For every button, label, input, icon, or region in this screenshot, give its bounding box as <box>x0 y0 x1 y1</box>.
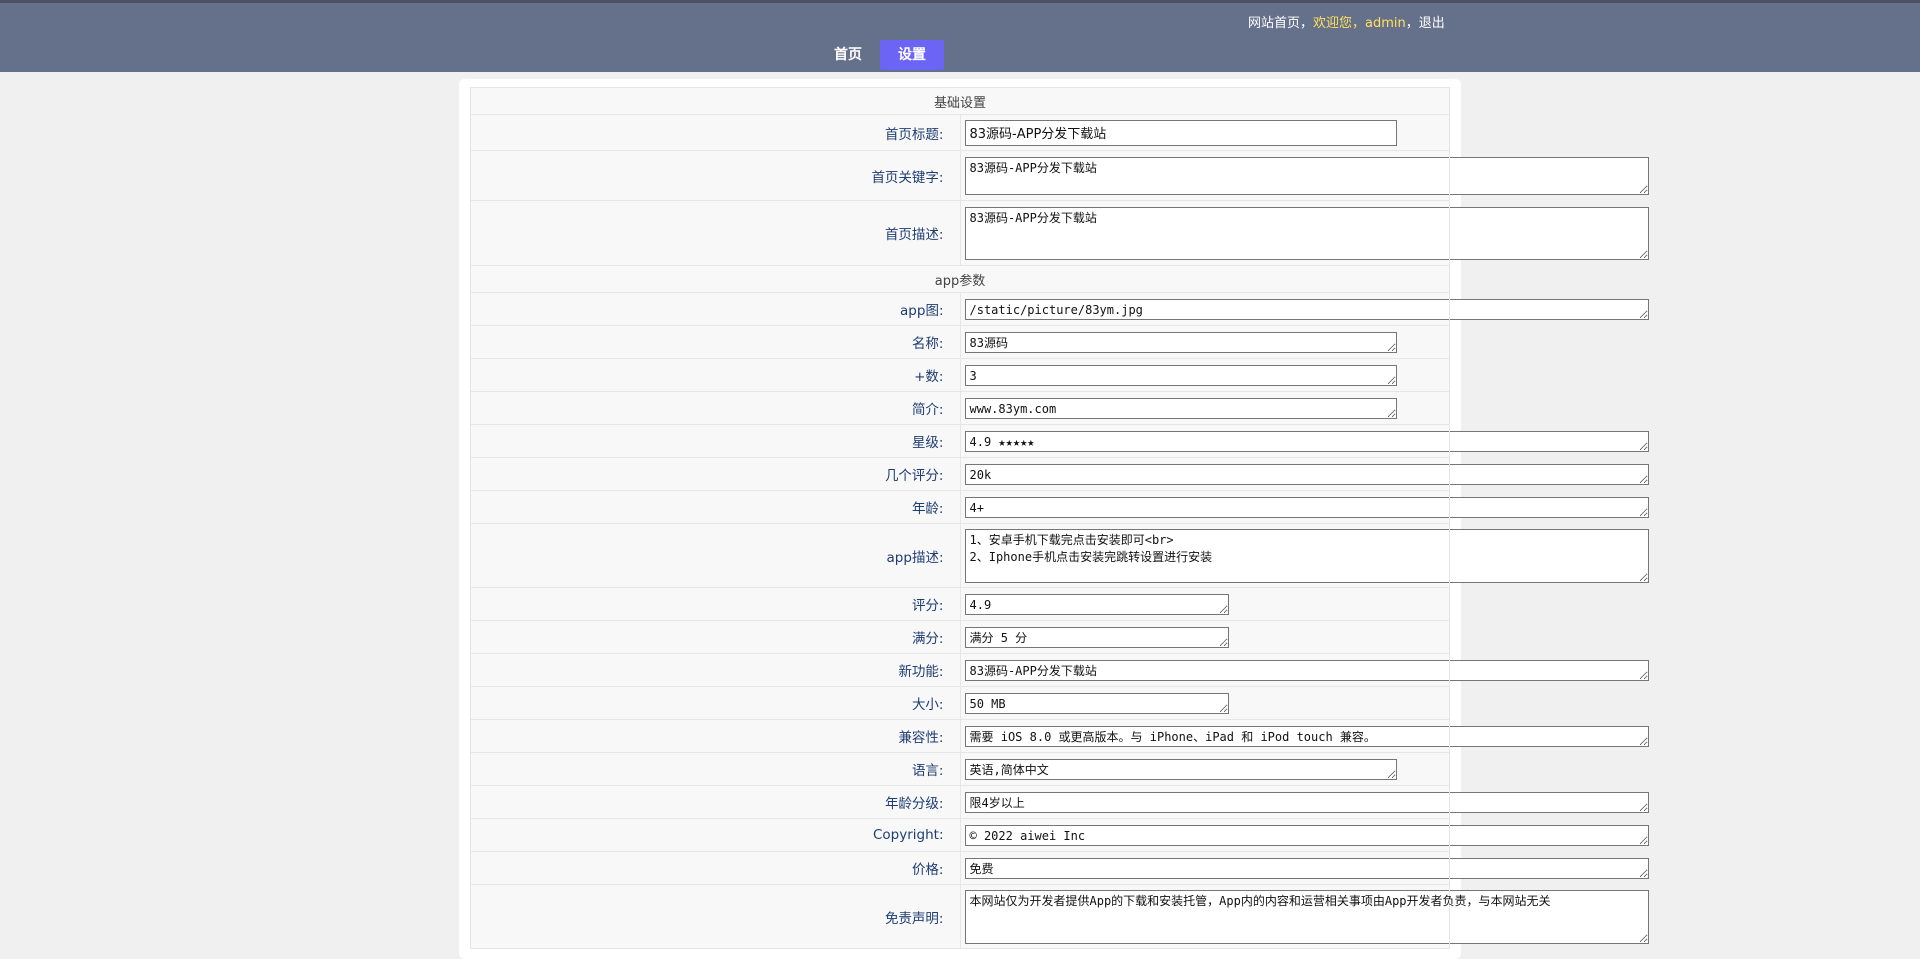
settings-panel: 基础设置 首页标题: 首页关键字: 83源码-APP分发下载站 首页描述: 83… <box>459 79 1649 959</box>
field-label: +数: <box>470 358 961 392</box>
field-label: 年龄: <box>470 490 961 524</box>
field-label: app图: <box>470 292 961 326</box>
home-title-input[interactable] <box>964 119 1397 146</box>
field-label: 评分: <box>470 587 961 621</box>
app-age-field[interactable]: 4+ <box>964 496 1649 518</box>
app-language-field[interactable]: 英语,简体中文 <box>964 758 1397 780</box>
app-new-features-field[interactable]: 83源码-APP分发下载站 <box>964 659 1649 681</box>
app-image-field[interactable]: /static/picture/83ym.jpg <box>964 298 1649 320</box>
app-max-score-field[interactable]: 满分 5 分 <box>964 626 1229 648</box>
app-intro-field[interactable]: www.83ym.com <box>964 397 1397 419</box>
top-header: 网站首页，欢迎您，admin，退出 首页 设置 <box>0 0 1920 72</box>
welcome-text: 欢迎您， <box>1313 16 1366 31</box>
field-label: 首页关键字: <box>470 150 961 201</box>
field-label: 语言: <box>470 752 961 786</box>
app-copyright-field[interactable]: © 2022 aiwei Inc <box>964 824 1649 846</box>
field-label: 首页描述: <box>470 200 961 266</box>
field-label: app描述: <box>470 523 961 588</box>
field-label: 大小: <box>470 686 961 720</box>
separator: ， <box>1405 16 1419 31</box>
app-plus-count-field[interactable]: 3 <box>964 364 1397 386</box>
field-label: 年龄分级: <box>470 785 961 819</box>
field-label: 首页标题: <box>470 114 961 151</box>
home-keywords-textarea[interactable]: 83源码-APP分发下载站 <box>964 156 1649 195</box>
app-rating-count-field[interactable]: 20k <box>964 463 1649 485</box>
main-nav: 首页 设置 <box>816 40 944 70</box>
app-size-field[interactable]: 50 MB <box>964 692 1229 714</box>
field-label: 简介: <box>470 391 961 425</box>
username: admin <box>1365 16 1406 31</box>
field-label: Copyright: <box>470 818 961 852</box>
app-score-field[interactable]: 4.9 <box>964 593 1229 615</box>
field-label: 价格: <box>470 851 961 885</box>
field-label: 名称: <box>470 325 961 359</box>
nav-settings[interactable]: 设置 <box>880 40 944 70</box>
app-price-field[interactable]: 免费 <box>964 857 1649 879</box>
field-label: 几个评分: <box>470 457 961 491</box>
nav-home[interactable]: 首页 <box>816 40 880 70</box>
section-title-app: app参数 <box>470 265 1450 293</box>
field-label: 免责声明: <box>470 884 961 949</box>
separator: ， <box>1300 16 1314 31</box>
app-description-textarea[interactable]: 1、安卓手机下载完点击安装即可<br> 2、Iphone手机点击安装完跳转设置进… <box>964 528 1649 583</box>
settings-form: 基础设置 首页标题: 首页关键字: 83源码-APP分发下载站 首页描述: 83… <box>470 87 1649 949</box>
app-stars-field[interactable]: 4.9 ★★★★★ <box>964 430 1649 452</box>
section-title-basic: 基础设置 <box>470 87 1450 115</box>
field-label: 满分: <box>470 620 961 654</box>
user-links: 网站首页，欢迎您，admin，退出 <box>1248 12 1445 31</box>
app-disclaimer-textarea[interactable]: 本网站仅为开发者提供App的下载和安装托管，App内的内容和运营相关事项由App… <box>964 889 1649 944</box>
home-description-textarea[interactable]: 83源码-APP分发下载站 <box>964 206 1649 260</box>
field-label: 兼容性: <box>470 719 961 753</box>
site-home-link[interactable]: 网站首页 <box>1248 16 1300 31</box>
field-label: 星级: <box>470 424 961 458</box>
app-age-rating-field[interactable]: 限4岁以上 <box>964 791 1649 813</box>
app-compatibility-field[interactable]: 需要 iOS 8.0 或更高版本。与 iPhone、iPad 和 iPod to… <box>964 725 1649 747</box>
logout-link[interactable]: 退出 <box>1419 16 1445 31</box>
field-label: 新功能: <box>470 653 961 687</box>
app-name-field[interactable]: 83源码 <box>964 331 1397 353</box>
